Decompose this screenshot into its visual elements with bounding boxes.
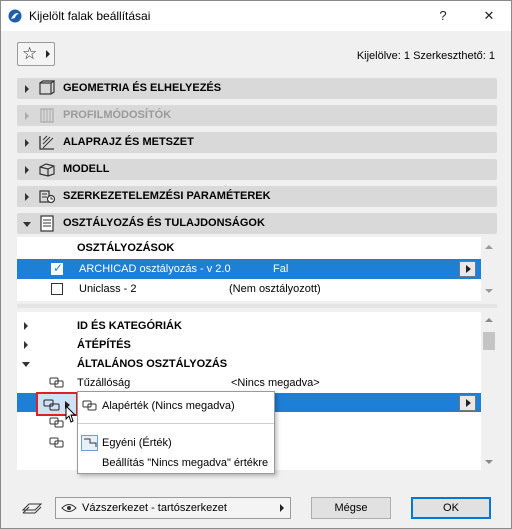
- panel-floorplan-section[interactable]: ALAPRAJZ ÉS METSZET: [17, 132, 497, 153]
- menu-item-label: Beállítás "Nincs megadva" értékre: [102, 457, 269, 469]
- dialog-window: Kijelölt falak beállításai ? ✕ ☆ Kijelöl…: [0, 0, 512, 529]
- checkmark-icon: ✓: [53, 261, 64, 275]
- bottom-bar: Vázszerkezet - tartószerkezet Mégse OK: [1, 481, 511, 528]
- ok-button[interactable]: OK: [411, 497, 491, 519]
- menu-item-label: Egyéni (Érték): [102, 437, 172, 449]
- structural-analysis-icon: [39, 190, 56, 204]
- expand-arrow-icon: [25, 193, 29, 201]
- cancel-button[interactable]: Mégse: [311, 497, 391, 519]
- panel-label: SZERKEZETELEMZÉSI PARAMÉTEREK: [63, 190, 271, 202]
- layer-dropdown[interactable]: Vázszerkezet - tartószerkezet: [55, 497, 291, 519]
- collapse-arrow-icon: [22, 362, 30, 367]
- scroll-down-icon[interactable]: [485, 460, 493, 464]
- classification-checkbox[interactable]: ✓: [51, 261, 64, 275]
- tree-group-id-categories[interactable]: ID ÉS KATEGÓRIÁK: [17, 316, 481, 335]
- layers-icon: [21, 503, 43, 514]
- chevron-right-icon: [46, 50, 50, 58]
- panel-label: GEOMETRIA ÉS ELHELYEZÉS: [63, 82, 222, 94]
- menu-divider: [78, 423, 274, 424]
- property-value-popup-menu: Alapérték (Nincs megadva) Egyéni (Érték)…: [77, 391, 275, 474]
- tree-group-label: ÁTÉPÍTÉS: [77, 339, 131, 351]
- archicad-app-icon: [8, 9, 22, 23]
- window-title: Kijelölt falak beállításai: [29, 9, 151, 23]
- panel-model[interactable]: MODELL: [17, 159, 497, 180]
- panel-classification-properties[interactable]: OSZTÁLYOZÁS ÉS TULAJDONSÁGOK: [17, 213, 497, 234]
- panel-structural-analysis[interactable]: SZERKEZETELEMZÉSI PARAMÉTEREK: [17, 186, 497, 207]
- scroll-down-icon[interactable]: [485, 289, 493, 293]
- property-value: <Nincs megadva>: [231, 377, 320, 389]
- scroll-up-icon[interactable]: [485, 245, 493, 249]
- expand-arrow-icon: [25, 166, 29, 174]
- property-link-icon: [49, 437, 64, 448]
- property-value-picker-button[interactable]: [459, 395, 476, 411]
- tree-group-renovation[interactable]: ÁTÉPÍTÉS: [17, 335, 481, 354]
- tree-group-label: ID ÉS KATEGÓRIÁK: [77, 320, 182, 332]
- classification-checkbox[interactable]: [51, 283, 63, 295]
- menu-item-label: Alapérték (Nincs megadva): [102, 400, 235, 412]
- close-button[interactable]: ✕: [479, 6, 499, 26]
- profile-modifier-icon: [40, 108, 54, 123]
- panel-label: PROFILMÓDOSÍTÓK: [63, 109, 172, 121]
- scrollbar-thumb[interactable]: [483, 332, 495, 350]
- eye-icon: [61, 504, 77, 512]
- classification-name: ARCHICAD osztályozás - v 2.0: [79, 263, 231, 275]
- scroll-up-icon[interactable]: [485, 318, 493, 322]
- mouse-cursor-icon: [65, 405, 77, 423]
- property-name: Tűzállóság: [77, 377, 131, 389]
- floorplan-section-icon: [39, 135, 54, 150]
- tree-group-general-classification[interactable]: ÁLTALÁNOS OSZTÁLYOZÁS: [17, 354, 481, 373]
- property-default-icon: [82, 400, 97, 411]
- chevron-right-icon: [280, 504, 284, 512]
- properties-scrollbar[interactable]: [481, 312, 497, 470]
- menu-item-custom-value[interactable]: Egyéni (Érték): [78, 433, 274, 453]
- model-icon: [39, 163, 55, 177]
- property-link-icon: [49, 377, 64, 388]
- collapse-arrow-icon: [23, 222, 31, 227]
- geometry-icon: [39, 80, 55, 95]
- favorites-button[interactable]: ☆: [17, 42, 55, 66]
- panel-geometry[interactable]: GEOMETRIA ÉS ELHELYEZÉS: [17, 78, 497, 99]
- classification-name: Uniclass - 2: [79, 283, 137, 295]
- classification-picker-button[interactable]: [459, 261, 476, 277]
- star-icon: ☆: [22, 44, 38, 63]
- classification-value: Fal: [273, 263, 289, 275]
- classification-row[interactable]: Uniclass - 2 (Nem osztályozott): [17, 279, 481, 299]
- property-custom-icon: [81, 435, 98, 451]
- classification-row[interactable]: ✓ ARCHICAD osztályozás - v 2.0 Fal: [17, 259, 481, 279]
- layer-name: Vázszerkezet - tartószerkezet: [82, 502, 227, 514]
- help-button[interactable]: ?: [433, 6, 453, 26]
- property-link-icon: [43, 399, 60, 411]
- selection-info: Kijelölve: 1 Szerkeszthető: 1: [356, 50, 495, 62]
- expand-arrow-icon: [25, 112, 29, 120]
- title-bar: Kijelölt falak beállításai ? ✕: [1, 1, 511, 31]
- panel-label: ALAPRAJZ ÉS METSZET: [63, 136, 194, 148]
- panel-label: OSZTÁLYOZÁS ÉS TULAJDONSÁGOK: [63, 217, 265, 229]
- classification-icon: [40, 215, 54, 232]
- expand-arrow-icon: [24, 322, 28, 330]
- classifications-list: OSZTÁLYOZÁSOK ✓ ARCHICAD osztályozás - v…: [17, 237, 497, 301]
- expand-arrow-icon: [25, 139, 29, 147]
- expand-arrow-icon: [24, 341, 28, 349]
- classifications-header: OSZTÁLYOZÁSOK: [77, 242, 175, 254]
- splitter[interactable]: [17, 304, 497, 308]
- panel-label: MODELL: [63, 163, 110, 175]
- panel-profile-modifiers: PROFILMÓDOSÍTÓK: [17, 105, 497, 126]
- menu-item-set-undefined[interactable]: Beállítás "Nincs megadva" értékre: [78, 453, 274, 473]
- expand-arrow-icon: [25, 85, 29, 93]
- menu-item-default-value[interactable]: Alapérték (Nincs megadva): [78, 396, 274, 416]
- property-row[interactable]: Tűzállóság <Nincs megadva>: [17, 373, 481, 392]
- tree-group-label: ÁLTALÁNOS OSZTÁLYOZÁS: [77, 358, 228, 370]
- classification-value: (Nem osztályozott): [229, 283, 321, 295]
- classifications-scrollbar[interactable]: [481, 237, 497, 301]
